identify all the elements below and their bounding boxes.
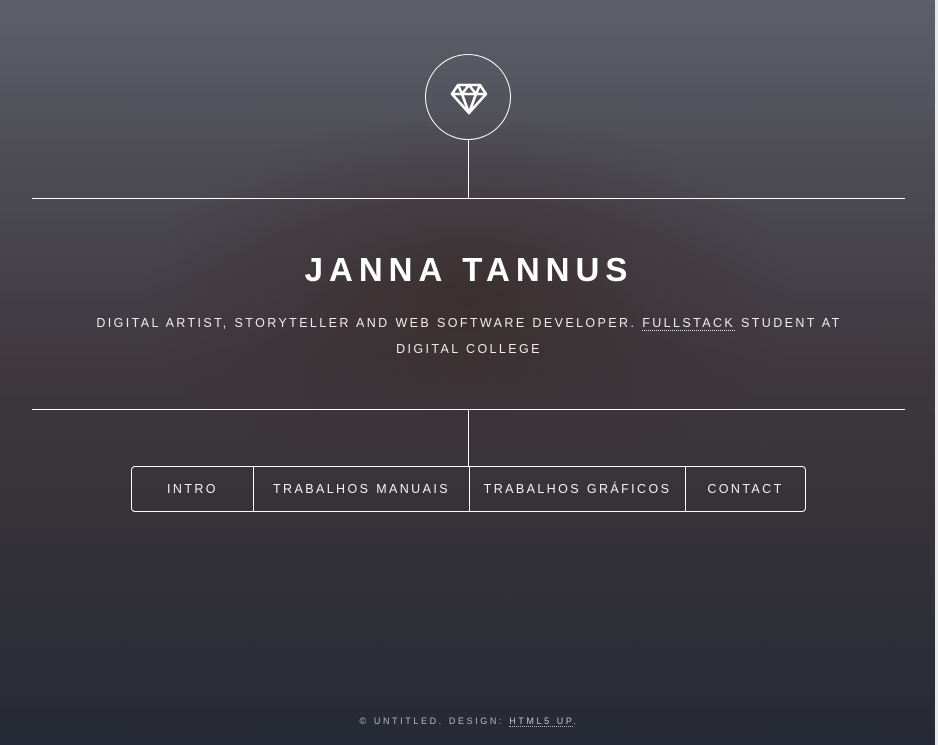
fullstack-link[interactable]: FULLSTACK (642, 316, 736, 331)
html5up-link[interactable]: HTML5 UP (509, 716, 574, 727)
nav-item-intro[interactable]: INTRO (132, 467, 253, 511)
divider-top (32, 198, 905, 199)
footer-text-end: . (573, 716, 579, 726)
tagline-text: DIGITAL ARTIST, STORYTELLER AND WEB SOFT… (96, 316, 643, 330)
nav-item-trabalhos-manuais[interactable]: TRABALHOS MANUAIS (253, 467, 469, 511)
connector-line-top (468, 140, 469, 198)
logo (425, 54, 511, 140)
tagline: DIGITAL ARTIST, STORYTELLER AND WEB SOFT… (72, 310, 866, 362)
nav-item-contact[interactable]: CONTACT (685, 467, 805, 511)
footer-text: © UNTITLED. DESIGN: (359, 716, 510, 726)
main-nav: INTRO TRABALHOS MANUAIS TRABALHOS GRÁFIC… (131, 466, 806, 512)
footer: © UNTITLED. DESIGN: HTML5 UP. (0, 716, 938, 727)
diamond-icon (450, 83, 488, 115)
connector-line-bottom (468, 409, 469, 466)
nav-item-trabalhos-graficos[interactable]: TRABALHOS GRÁFICOS (469, 467, 685, 511)
page-title: JANNA TANNUS (304, 251, 634, 288)
